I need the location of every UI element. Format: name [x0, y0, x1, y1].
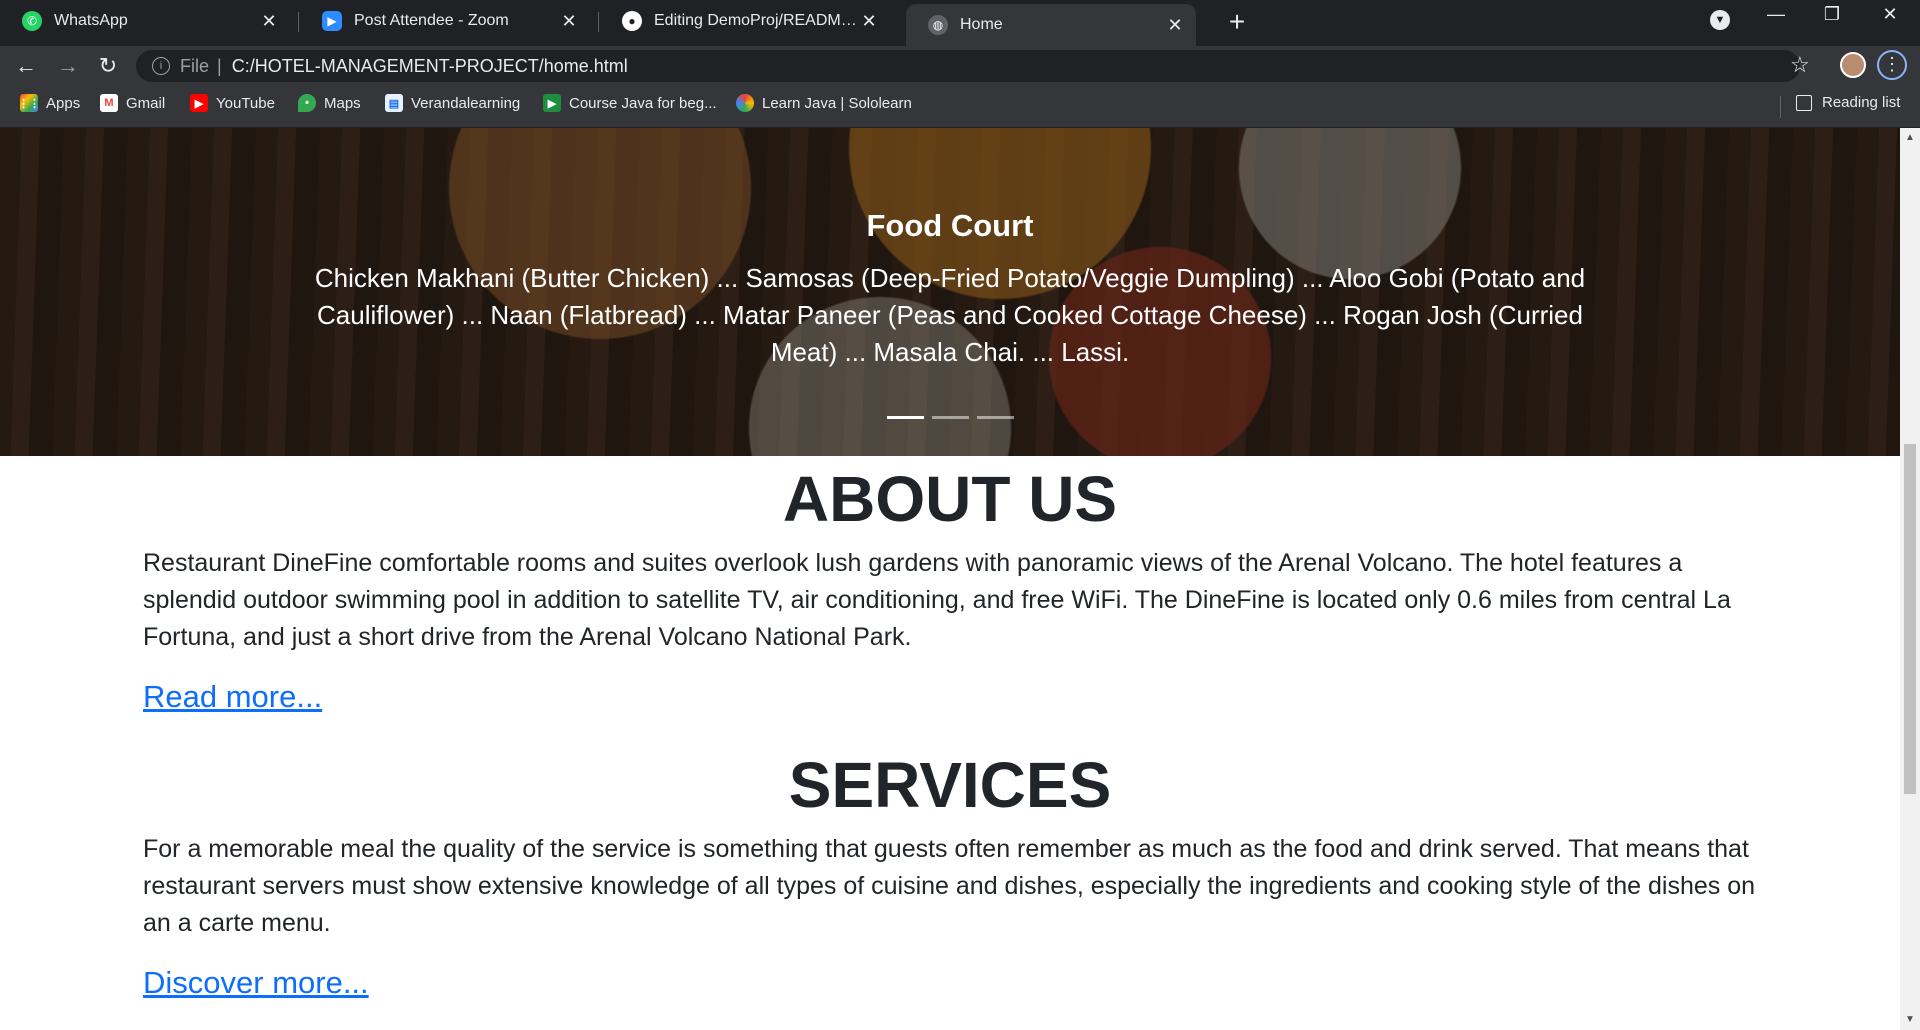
bookmark-label: Learn Java | Sololearn	[762, 94, 912, 112]
tab-title: Post Attendee - Zoom	[354, 12, 509, 29]
bookmarks-bar: ⋮⋮ Apps M Gmail ▶ YouTube • Maps ▤ Veran…	[0, 84, 1920, 128]
bookmark-label: Verandalearning	[411, 94, 521, 112]
bookmark-verandalearning[interactable]: ▤ Verandalearning	[385, 94, 520, 112]
globe-icon: ◍	[928, 15, 948, 35]
bookmark-label: YouTube	[216, 94, 275, 112]
bookmark-course-java[interactable]: ▶ Course Java for beg...	[543, 94, 717, 112]
reading-list-label: Reading list	[1822, 94, 1901, 111]
close-icon[interactable]: ✕	[558, 11, 580, 32]
reload-icon[interactable]: ↻	[94, 52, 122, 80]
profile-avatar[interactable]	[1840, 52, 1866, 78]
zoom-icon: ▶	[322, 11, 342, 31]
reading-list-button[interactable]: Reading list	[1796, 94, 1900, 111]
tab-search-icon[interactable]: ▼	[1710, 10, 1730, 30]
new-tab-button[interactable]: +	[1222, 6, 1252, 38]
close-icon[interactable]: ✕	[258, 11, 280, 32]
read-more-link[interactable]: Read more...	[143, 679, 322, 715]
bookmark-star-icon[interactable]: ☆	[1790, 52, 1810, 78]
bookmark-sololearn[interactable]: Learn Java | Sololearn	[736, 94, 912, 112]
window-close-icon[interactable]: ✕	[1870, 4, 1910, 25]
page-scrollbar[interactable]: ▲ ▼	[1900, 128, 1920, 1030]
minimize-icon[interactable]: —	[1756, 4, 1796, 25]
food-carousel[interactable]: Food Court Chicken Makhani (Butter Chick…	[0, 128, 1900, 456]
back-arrow-icon[interactable]: ←	[12, 52, 40, 80]
scroll-down-icon[interactable]: ▼	[1900, 1010, 1920, 1030]
url-separator: |	[217, 55, 222, 76]
carousel-indicator-3[interactable]	[977, 416, 1014, 419]
scroll-up-icon[interactable]: ▲	[1900, 128, 1920, 148]
carousel-indicator-2[interactable]	[932, 416, 969, 419]
url-text[interactable]: C:/HOTEL-MANAGEMENT-PROJECT/home.html	[232, 56, 628, 77]
kebab-menu-icon[interactable]: ⋮	[1877, 50, 1907, 80]
discover-more-link[interactable]: Discover more...	[143, 965, 369, 1001]
scrollbar-thumb[interactable]	[1904, 444, 1916, 794]
whatsapp-icon: ✆	[22, 11, 42, 31]
carousel-indicators	[887, 416, 1014, 419]
carousel-indicator-1[interactable]	[887, 416, 924, 419]
tab-title: Editing DemoProj/README.md at	[654, 12, 858, 29]
address-bar[interactable]: i File | C:/HOTEL-MANAGEMENT-PROJECT/hom…	[136, 50, 1800, 82]
info-icon[interactable]: i	[152, 57, 170, 75]
page-viewport: Food Court Chicken Makhani (Butter Chick…	[0, 128, 1900, 1030]
close-icon[interactable]: ✕	[858, 11, 880, 32]
bookmark-youtube[interactable]: ▶ YouTube	[190, 94, 275, 112]
tab-divider	[598, 12, 599, 32]
bookmark-label: Apps	[46, 94, 81, 112]
course-icon: ▶	[543, 94, 561, 112]
tab-divider	[298, 12, 299, 32]
forward-arrow-icon[interactable]: →	[54, 52, 82, 80]
tab-zoom[interactable]: ▶ Post Attendee - Zoom ✕	[300, 0, 590, 42]
sololearn-icon	[736, 94, 754, 112]
bookmark-label: Course Java for beg...	[569, 94, 717, 112]
maps-icon: •	[298, 94, 316, 112]
tab-github[interactable]: ● Editing DemoProj/README.md at ✕	[600, 0, 890, 42]
tab-strip: ✆ WhatsApp ✕ ▶ Post Attendee - Zoom ✕ ● …	[0, 0, 1920, 46]
url-scheme: File	[180, 55, 210, 76]
about-text: Restaurant DineFine comfortable rooms an…	[143, 549, 1731, 651]
youtube-icon: ▶	[190, 94, 208, 112]
bookmark-maps[interactable]: • Maps	[298, 94, 361, 112]
restore-icon[interactable]: ❐	[1812, 4, 1852, 25]
bookmark-page-icon: ▤	[385, 94, 403, 112]
services-heading: SERVICES	[788, 749, 1112, 821]
carousel-title: Food Court	[866, 208, 1034, 243]
services-text: For a memorable meal the quality of the …	[143, 835, 1756, 937]
bookmark-apps[interactable]: ⋮⋮ Apps	[18, 94, 81, 112]
tab-home[interactable]: ◍ Home ✕	[906, 4, 1196, 46]
apps-grid-icon: ⋮⋮	[18, 94, 40, 112]
bookmark-label: Gmail	[126, 94, 166, 112]
bookmark-label: Maps	[324, 94, 361, 112]
browser-toolbar: ← → ↻ i File | C:/HOTEL-MANAGEMENT-PROJE…	[0, 46, 1920, 84]
bookmarks-divider	[1780, 96, 1781, 118]
gmail-icon: M	[100, 94, 118, 112]
carousel-text: Chicken Makhani (Butter Chicken) ... Sam…	[314, 263, 1586, 367]
tab-title: WhatsApp	[54, 12, 128, 29]
tab-title: Home	[960, 16, 1003, 33]
carousel-caption: Food Court Chicken Makhani (Butter Chick…	[300, 208, 1600, 371]
github-icon: ●	[622, 11, 642, 31]
close-icon[interactable]: ✕	[1164, 15, 1186, 36]
reading-list-icon	[1796, 94, 1812, 111]
tab-whatsapp[interactable]: ✆ WhatsApp ✕	[0, 0, 290, 42]
bookmark-gmail[interactable]: M Gmail	[100, 94, 165, 112]
about-heading: ABOUT US	[782, 463, 1118, 535]
